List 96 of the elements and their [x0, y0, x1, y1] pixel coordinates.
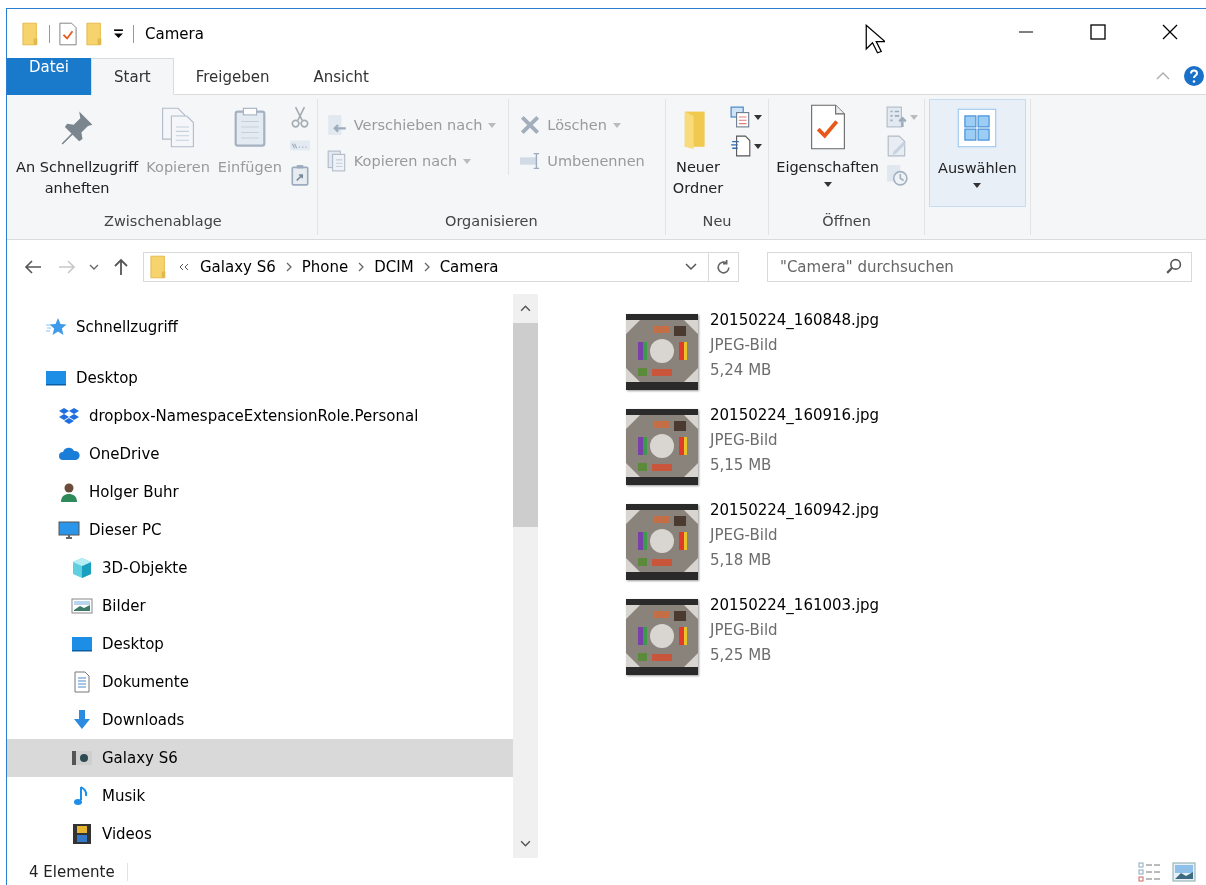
- collapse-ribbon-icon[interactable]: [1156, 72, 1170, 80]
- file-type: JPEG-Bild: [710, 335, 779, 356]
- ribbon-tab[interactable]: Start: [91, 58, 174, 95]
- ribbon-icon-button[interactable]: [728, 134, 765, 158]
- double-chevron-icon[interactable]: [178, 263, 190, 271]
- download-icon: [71, 709, 93, 731]
- caret-icon: [754, 143, 763, 149]
- ribbon-tab[interactable]: Freigeben: [173, 58, 292, 95]
- navigation-item[interactable]: dropbox-NamespaceExtensionRole.Personal: [7, 397, 513, 435]
- mouse-cursor-icon: [864, 23, 885, 54]
- chevron-right-icon[interactable]: [285, 262, 292, 272]
- caret-icon: [910, 114, 918, 120]
- file-size: 5,25 MB: [710, 645, 773, 666]
- scissors-icon: [288, 106, 311, 128]
- chevron-right-icon[interactable]: [358, 262, 365, 272]
- navigation-item[interactable]: 3D-Objekte: [7, 549, 513, 587]
- rename-icon: [519, 150, 542, 172]
- caret-icon: [973, 183, 982, 188]
- ribbon-icon-button[interactable]: [728, 105, 765, 129]
- navigation-item[interactable]: Desktop: [7, 625, 513, 663]
- ribbon-button[interactable]: Auswählen: [929, 99, 1026, 207]
- caret-icon: [488, 122, 497, 128]
- ribbon-button[interactable]: Eigenschaften: [773, 99, 882, 207]
- file-size: 5,24 MB: [710, 360, 773, 381]
- history-icon: [886, 164, 908, 186]
- navigation-item[interactable]: Galaxy S6: [7, 739, 513, 777]
- navigation-item[interactable]: Downloads: [7, 701, 513, 739]
- search-icon: [1165, 258, 1182, 275]
- group-label: Organisieren: [443, 213, 539, 231]
- group-label: Zwischenablage: [103, 213, 223, 231]
- edit-icon: [886, 135, 908, 157]
- file-name[interactable]: 20150224_160848.jpg: [710, 308, 880, 333]
- scroll-up-icon[interactable]: [520, 305, 531, 312]
- maximize-icon: [1088, 22, 1108, 42]
- move-icon: [325, 114, 348, 136]
- navigation-item[interactable]: OneDrive: [7, 435, 513, 473]
- checklist-document-icon[interactable]: [59, 21, 77, 46]
- refresh-icon: [715, 258, 732, 276]
- navigation-item[interactable]: Musik: [7, 777, 513, 815]
- navigation-item[interactable]: Videos: [7, 815, 513, 853]
- chevron-down-icon[interactable]: [89, 264, 99, 270]
- folder-icon: [150, 255, 168, 279]
- file-type: JPEG-Bild: [710, 620, 779, 641]
- chevron-down-icon[interactable]: [684, 263, 698, 271]
- copy-icon: [325, 150, 348, 172]
- file-name[interactable]: 20150224_161003.jpg: [710, 593, 880, 618]
- image-icon: [71, 595, 93, 617]
- window-title: Camera: [145, 24, 204, 43]
- cross-icon: [519, 114, 542, 136]
- group-label: Öffnen: [821, 213, 872, 231]
- file-menu-tab[interactable]: Datei: [7, 58, 92, 95]
- group-label: Neu: [701, 213, 733, 231]
- file-type: JPEG-Bild: [710, 525, 779, 546]
- film-icon: [71, 823, 93, 845]
- ribbon-button[interactable]: Neuer Ordner: [669, 99, 727, 207]
- address-bar[interactable]: Galaxy S6 Phone DCIM Camera: [143, 252, 739, 282]
- navigation-item[interactable]: Dokumente: [7, 663, 513, 701]
- chevron-right-icon[interactable]: [423, 262, 430, 272]
- computer-icon: [58, 519, 80, 541]
- scrollbar[interactable]: [513, 294, 538, 858]
- navigation-item[interactable]: Bilder: [7, 587, 513, 625]
- caret-icon: [463, 158, 472, 164]
- cube-icon: [71, 557, 93, 579]
- file-size: 5,15 MB: [710, 455, 773, 476]
- boxes-icon: [58, 405, 80, 427]
- caret-icon: [823, 182, 832, 187]
- ribbon-button[interactable]: An Schnellzugriff anheften: [13, 99, 142, 207]
- breadcrumb[interactable]: Phone: [301, 258, 349, 276]
- caret-icon: [754, 114, 763, 120]
- large-icons-view-icon[interactable]: [1172, 861, 1196, 882]
- file-name[interactable]: 20150224_160916.jpg: [710, 403, 880, 428]
- navigation-item[interactable]: Dieser PC: [7, 511, 513, 549]
- file-type: JPEG-Bild: [710, 430, 779, 451]
- shortcut-icon: [288, 164, 311, 186]
- file-size: 5,18 MB: [710, 550, 773, 571]
- breadcrumb[interactable]: Galaxy S6: [200, 258, 276, 276]
- breadcrumb[interactable]: DCIM: [374, 258, 414, 276]
- navigation-item[interactable]: Holger Buhr: [7, 473, 513, 511]
- scrollbar-thumb[interactable]: [513, 323, 538, 527]
- document-icon: [71, 671, 93, 693]
- item-count: 4 Elemente: [29, 862, 115, 881]
- file-name[interactable]: 20150224_160942.jpg: [710, 498, 880, 523]
- navigation-item[interactable]: Schnellzugriff: [7, 308, 513, 346]
- caret-icon: [612, 122, 621, 128]
- navigation-item[interactable]: Desktop: [7, 359, 513, 397]
- help-icon[interactable]: [1184, 66, 1204, 86]
- scroll-down-icon[interactable]: [520, 840, 531, 847]
- customize-dropdown-icon[interactable]: [113, 28, 124, 39]
- search-field[interactable]: "Camera" durchsuchen: [767, 252, 1192, 282]
- open-list-icon: [886, 106, 908, 128]
- close-icon: [1160, 22, 1180, 42]
- breadcrumb[interactable]: Camera: [439, 258, 499, 276]
- ribbon-tab[interactable]: Ansicht: [291, 58, 391, 95]
- user-icon: [58, 481, 80, 503]
- new-document-icon: [730, 135, 753, 157]
- minimize-icon: [1019, 31, 1033, 33]
